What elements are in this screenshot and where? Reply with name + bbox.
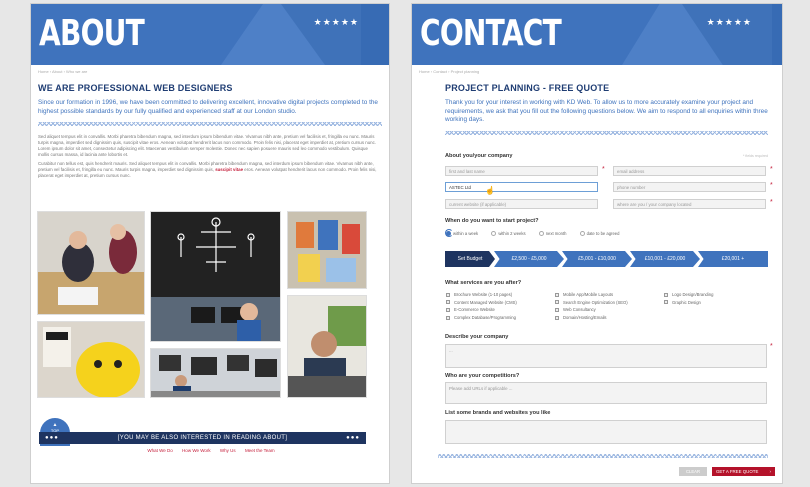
radio-date-tba[interactable]: date to be agreed bbox=[579, 231, 619, 237]
budget-label: Set Budget bbox=[445, 251, 495, 267]
clear-button[interactable]: CLEAR bbox=[679, 467, 707, 476]
paragraph: Sed aliquet tempus elit in convallis. Mo… bbox=[38, 134, 377, 157]
contact-page: CONTACT ★★★★★ Home › Contact › Project p… bbox=[411, 3, 783, 484]
start-options: within a week within 2 weeks next month … bbox=[446, 231, 631, 237]
photo-wall-posters bbox=[287, 211, 367, 289]
zigzag-divider bbox=[438, 454, 768, 458]
location-field[interactable]: where are you / your company located bbox=[613, 199, 766, 209]
rating-stars: ★★★★★ bbox=[706, 17, 752, 27]
required-asterisk: * bbox=[770, 166, 773, 173]
company-field[interactable]: ASTEC Ltd bbox=[445, 182, 598, 192]
cursor-icon: ☝ bbox=[485, 186, 495, 195]
photo-man-on-phone bbox=[287, 295, 367, 398]
service-checkbox[interactable]: Complex Database/Programming bbox=[446, 314, 517, 322]
get-quote-label: GET A FREE QUOTE bbox=[716, 469, 759, 474]
link-why-us[interactable]: Why Us bbox=[220, 448, 236, 453]
link-meet-the-team[interactable]: Meet the Team bbox=[245, 448, 275, 453]
breadcrumb[interactable]: Home › About › Who we are bbox=[38, 69, 389, 75]
radio-within-week[interactable]: within a week bbox=[446, 231, 478, 237]
service-checkbox[interactable]: Graphic Design bbox=[664, 299, 713, 307]
service-checkbox[interactable]: Content Managed Website (CMS) bbox=[446, 299, 517, 307]
website-field[interactable]: current website (if applicable) bbox=[445, 199, 598, 209]
email-field[interactable]: email address bbox=[613, 166, 766, 176]
required-asterisk: * bbox=[602, 166, 605, 173]
link-how-we-work[interactable]: How We Work bbox=[182, 448, 211, 453]
get-quote-button[interactable]: GET A FREE QUOTE › bbox=[712, 467, 775, 476]
photo-office-team bbox=[37, 211, 145, 315]
section-heading: PROJECT PLANNING - FREE QUOTE bbox=[445, 83, 610, 93]
photo-gallery bbox=[37, 211, 367, 401]
services-label: What services are you after? bbox=[445, 280, 522, 286]
breadcrumb[interactable]: Home › Contact › Project planning bbox=[419, 69, 782, 75]
related-links: What We Do How We Work Why Us Meet the T… bbox=[31, 448, 389, 453]
services-col-1: Brochure Website (1-10 pages) Content Ma… bbox=[446, 291, 517, 321]
highlight-link[interactable]: suscipit vitae bbox=[215, 167, 243, 172]
rating-stars: ★★★★★ bbox=[313, 17, 359, 27]
start-label: When do you want to start project? bbox=[445, 218, 539, 224]
zigzag-divider bbox=[38, 122, 382, 126]
describe-label: Describe your company bbox=[445, 334, 509, 340]
photo-studio-wall bbox=[150, 211, 281, 342]
banner-dots-right: ●●● bbox=[346, 435, 360, 441]
photo-workstations bbox=[150, 348, 281, 398]
services-col-2: Mobile App/Mobile Layouts Search Engine … bbox=[555, 291, 628, 321]
banner-dots-left: ●●● bbox=[45, 435, 59, 441]
chevron-right-icon: › bbox=[769, 469, 771, 474]
required-note: * fields required bbox=[743, 154, 768, 158]
required-asterisk: * bbox=[770, 343, 773, 350]
page-title: ABOUT bbox=[39, 13, 145, 54]
lead-text: Thank you for your interest in working w… bbox=[445, 99, 768, 123]
lead-text: Since our formation in 1996, we have bee… bbox=[38, 99, 378, 115]
paragraph: Curabitur non tellus est, quis hendrerit… bbox=[38, 161, 377, 178]
radio-within-2-weeks[interactable]: within 2 weeks bbox=[491, 231, 526, 237]
competitors-label: Who are your competitiors? bbox=[445, 373, 520, 379]
service-checkbox[interactable]: Mobile App/Mobile Layouts bbox=[555, 291, 628, 299]
about-hero: ABOUT ★★★★★ bbox=[31, 4, 389, 65]
budget-option-1[interactable]: £2,500 - £5,000 bbox=[494, 251, 564, 267]
contact-hero: CONTACT ★★★★★ bbox=[412, 4, 782, 65]
service-checkbox[interactable]: Web Consultancy bbox=[555, 306, 628, 314]
service-checkbox[interactable]: Domain/Hosting/Emails bbox=[555, 314, 628, 322]
service-checkbox[interactable]: Brochure Website (1-10 pages) bbox=[446, 291, 517, 299]
about-you-label: About you/your company bbox=[445, 153, 513, 159]
related-banner: ●●● [YOU MAY BE ALSO INTERESTED IN READI… bbox=[39, 432, 366, 444]
services-col-3: Logo Design/Branding Graphic Design bbox=[664, 291, 713, 306]
brands-textarea[interactable] bbox=[445, 420, 767, 444]
required-asterisk: * bbox=[770, 182, 773, 189]
banner-text: [YOU MAY BE ALSO INTERESTED IN READING A… bbox=[117, 435, 288, 441]
competitors-textarea[interactable]: Please add URLs if applicable ... bbox=[445, 382, 767, 404]
body-text: Sed aliquet tempus elit in convallis. Mo… bbox=[38, 134, 379, 179]
link-what-we-do[interactable]: What We Do bbox=[147, 448, 172, 453]
budget-option-2[interactable]: £5,001 - £10,000 bbox=[562, 251, 632, 267]
required-asterisk: * bbox=[770, 199, 773, 206]
budget-option-4[interactable]: £20,001 + bbox=[698, 251, 768, 267]
budget-option-3[interactable]: £10,001 - £20,000 bbox=[630, 251, 700, 267]
service-checkbox[interactable]: E-Commerce Website bbox=[446, 306, 517, 314]
about-page: ABOUT ★★★★★ Home › About › Who we are WE… bbox=[30, 3, 390, 484]
photo-mascot bbox=[37, 321, 145, 398]
name-field[interactable]: first and last name bbox=[445, 166, 598, 176]
section-heading: WE ARE PROFESSIONAL WEB DESIGNERS bbox=[38, 83, 233, 93]
service-checkbox[interactable]: Search Engine Optimization (SEO) bbox=[555, 299, 628, 307]
brands-label: List some brands and websites you like bbox=[445, 410, 551, 416]
page-title: CONTACT bbox=[420, 13, 562, 54]
service-checkbox[interactable]: Logo Design/Branding bbox=[664, 291, 713, 299]
phone-field[interactable]: phone number bbox=[613, 182, 766, 192]
zigzag-divider bbox=[445, 130, 768, 135]
radio-next-month[interactable]: next month bbox=[538, 231, 566, 237]
describe-textarea[interactable]: ... bbox=[445, 344, 767, 368]
